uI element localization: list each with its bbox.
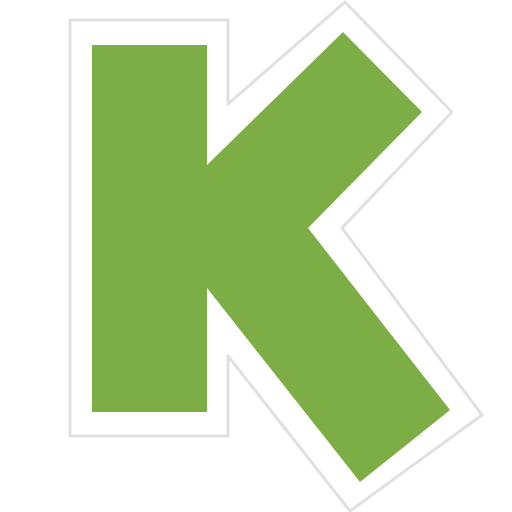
k-logo-icon	[68, 0, 484, 512]
app-icon-canvas	[0, 0, 512, 512]
